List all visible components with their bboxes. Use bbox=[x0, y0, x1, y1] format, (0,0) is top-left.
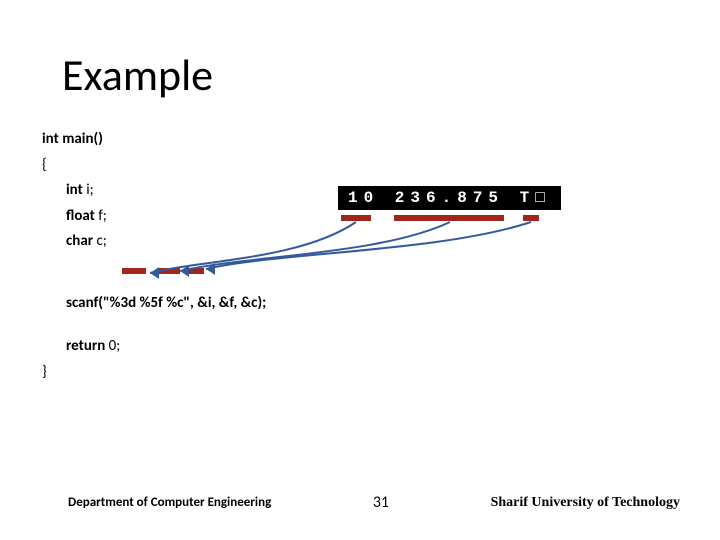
var-i: i; bbox=[86, 181, 93, 199]
brace-close: } bbox=[42, 363, 47, 381]
code-line: int i; bbox=[66, 179, 266, 202]
keyword-int: int bbox=[42, 130, 62, 148]
return-value: 0; bbox=[109, 337, 121, 355]
slide-title: Example bbox=[62, 48, 213, 102]
fmt-tick-2 bbox=[158, 268, 180, 274]
fmt-tick-1 bbox=[122, 268, 146, 274]
underline-segment-3 bbox=[523, 215, 539, 221]
footer-university: Sharif University of Technology bbox=[491, 495, 680, 511]
brace-open: { bbox=[42, 156, 47, 174]
scanf-format: "%3d %5f %c" bbox=[103, 294, 190, 312]
code-line: return 0; bbox=[66, 335, 266, 358]
keyword-float: float bbox=[66, 207, 98, 225]
keyword-return: return bbox=[66, 337, 109, 355]
code-line: int main() bbox=[42, 128, 266, 151]
footer-page-number: 31 bbox=[373, 493, 389, 512]
code-line-scanf: scanf("%3d %5f %c", &i, &f, &c); bbox=[66, 292, 266, 315]
var-f: f; bbox=[98, 207, 107, 225]
func-main: main() bbox=[62, 130, 103, 148]
code-line: char c; bbox=[66, 230, 266, 253]
fmt-tick-3 bbox=[186, 268, 204, 274]
underline-segment-1 bbox=[341, 215, 371, 221]
scanf-args: , &i, &f, &c); bbox=[190, 294, 266, 312]
slide-footer: Department of Computer Engineering 31 Sh… bbox=[0, 493, 720, 512]
keyword-char: char bbox=[66, 232, 96, 250]
input-buffer-box: 10 236.875 T□ bbox=[338, 186, 561, 210]
code-block: int main() { int i; float f; char c; sca… bbox=[42, 128, 266, 386]
footer-department: Department of Computer Engineering bbox=[68, 495, 271, 510]
code-line: } bbox=[42, 361, 266, 384]
code-line: float f; bbox=[66, 205, 266, 228]
scanf-call: scanf( bbox=[66, 294, 103, 312]
keyword-int: int bbox=[66, 181, 86, 199]
var-c: c; bbox=[96, 232, 106, 250]
code-line: { bbox=[42, 154, 266, 177]
underline-segment-2 bbox=[394, 215, 504, 221]
slide: Example int main() { int i; float f; cha… bbox=[0, 0, 720, 540]
